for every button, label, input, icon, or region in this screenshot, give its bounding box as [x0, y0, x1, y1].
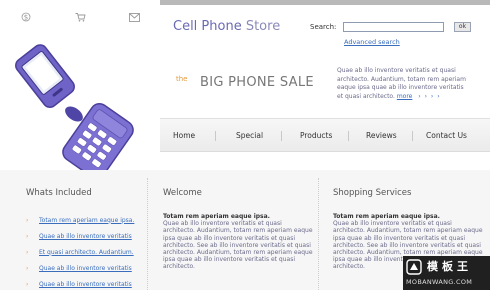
welcome-text: Totam rem aperiam eaque ipsa. Quae ab il…	[163, 213, 313, 271]
watermark-sub: MOBANWANG.COM	[406, 278, 473, 286]
bullet-icon: ›	[26, 216, 29, 224]
top-icons: $	[20, 10, 140, 24]
list-item: › Quae ab illo inventore veritatis	[26, 276, 146, 290]
bullet-icon: ›	[26, 264, 29, 272]
welcome-body: Quae ab illo inventore veritatis et quas…	[163, 220, 313, 271]
welcome-heading: Welcome	[163, 188, 202, 198]
bullet-icon: ›	[26, 232, 29, 240]
nav-special[interactable]: Special	[236, 131, 263, 140]
nav-reviews[interactable]: Reviews	[366, 131, 397, 140]
welcome-lead: Totam rem aperiam eaque ipsa.	[163, 213, 270, 220]
list-item: › Et quasi architecto. Audantium.	[26, 244, 146, 260]
hero-the: the	[176, 75, 188, 83]
hero-headline: BIG PHONE SALE	[200, 75, 314, 90]
top-band	[160, 0, 490, 5]
list-item-link[interactable]: Quae ab illo inventore veritatis	[39, 281, 132, 288]
nav-home[interactable]: Home	[173, 131, 195, 140]
shopping-services-heading: Shopping Services	[333, 188, 412, 198]
phone-image	[0, 26, 160, 180]
search-input[interactable]	[343, 22, 444, 32]
nav-separator	[215, 131, 216, 141]
advanced-search-link[interactable]: Advanced search	[344, 38, 400, 46]
list-item-link[interactable]: Totam rem aperiam eaque ipsa.	[39, 217, 134, 224]
watermark-title: 模板王	[427, 260, 472, 273]
watermark-logo-icon	[406, 259, 422, 275]
dollar-icon[interactable]: $	[20, 11, 32, 23]
column-divider	[147, 178, 148, 290]
more-arrows[interactable]: › › › ›	[418, 93, 440, 100]
list-item: › Quae ab illo inventore veritatis	[26, 228, 146, 244]
brand-sub: Store	[241, 19, 281, 34]
list-item-link[interactable]: Et quasi architecto. Audantium.	[39, 249, 134, 256]
mail-icon[interactable]	[128, 11, 140, 23]
search-ok-button[interactable]: ok	[454, 22, 471, 32]
list-item-link[interactable]: Quae ab illo inventore veritatis	[39, 265, 132, 272]
cart-icon[interactable]	[74, 11, 86, 23]
shopping-lead: Totam rem aperiam eaque ipsa.	[333, 213, 440, 220]
list-item-link[interactable]: Quae ab illo inventore veritatis	[39, 233, 132, 240]
svg-text:$: $	[24, 14, 28, 22]
brand-title[interactable]: Cell Phone Store	[173, 19, 280, 34]
whats-included-heading: Whats Included	[26, 188, 92, 198]
brand-main: Cell Phone	[173, 19, 242, 34]
bullet-icon: ›	[26, 280, 29, 288]
watermark: 模板王 MOBANWANG.COM	[403, 256, 490, 290]
list-item: › Totam rem aperiam eaque ipsa.	[26, 212, 146, 228]
nav-contact-us[interactable]: Contact Us	[426, 131, 467, 140]
more-link[interactable]: more	[397, 93, 413, 100]
whats-included-list: › Totam rem aperiam eaque ipsa. › Quae ab …	[26, 212, 146, 290]
nav-separator	[412, 131, 413, 141]
search-label: Search:	[310, 23, 337, 31]
promo-text: Quae ab illo inventore veritatis et quas…	[337, 67, 467, 101]
column-divider	[318, 178, 319, 290]
bullet-icon: ›	[26, 248, 29, 256]
nav-products[interactable]: Products	[300, 131, 332, 140]
main-nav: Home Special Products Reviews Contact Us	[160, 118, 490, 152]
nav-separator	[348, 131, 349, 141]
nav-separator	[281, 131, 282, 141]
list-item: › Quae ab illo inventore veritatis	[26, 260, 146, 276]
